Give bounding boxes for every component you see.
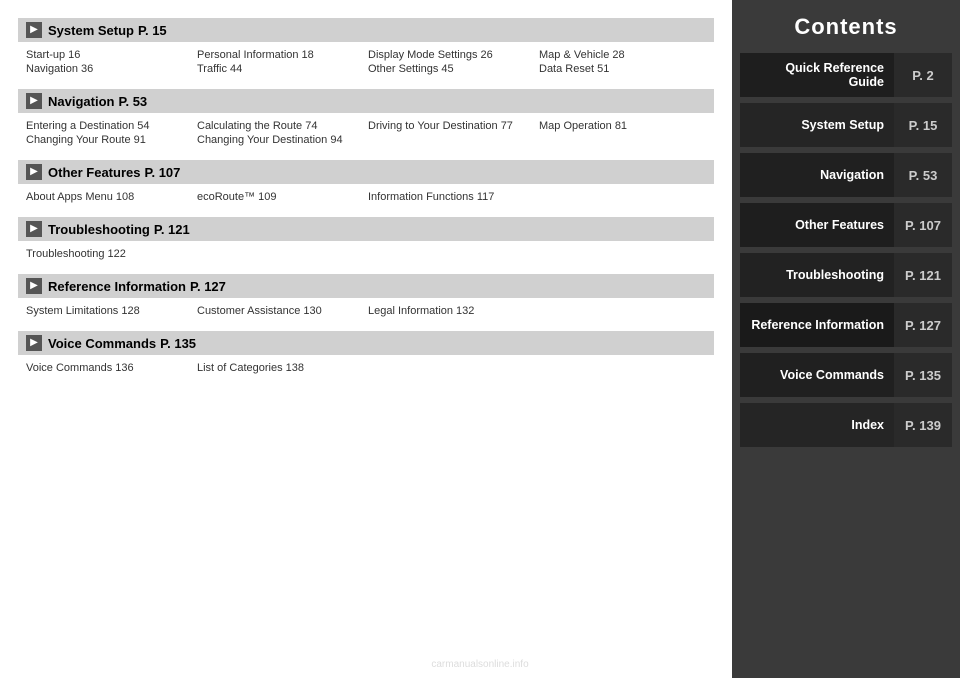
section-page: P. 53 <box>118 94 147 109</box>
section-items: Entering a Destination 54 Calculating the… <box>18 117 714 150</box>
section-items: About Apps Menu 108 ecoRoute™ 109 Informat… <box>18 188 714 207</box>
sidebar-item-page: P. 139 <box>894 403 952 447</box>
section-page: P. 107 <box>144 165 180 180</box>
main-content: ▶ System Setup P. 15 Start-up 16 Personal In… <box>0 0 732 678</box>
list-item: Map Operation 81 <box>539 120 706 132</box>
arrow-icon: ▶ <box>26 93 42 109</box>
section-title: System Setup <box>48 23 134 38</box>
section-header-voice-commands: ▶ Voice Commands P. 135 <box>18 331 714 355</box>
sidebar-item-quick-reference[interactable]: Quick Reference GuideP. 2 <box>740 53 952 97</box>
sidebar-item-label: Navigation <box>740 168 894 182</box>
list-item: About Apps Menu 108 <box>26 191 193 203</box>
list-item: Changing Your Route 91 <box>26 134 193 146</box>
arrow-icon: ▶ <box>26 278 42 294</box>
sidebar-item-troubleshooting[interactable]: TroubleshootingP. 121 <box>740 253 952 297</box>
section-header-reference-information: ▶ Reference Information P. 127 <box>18 274 714 298</box>
list-item: Data Reset 51 <box>539 63 706 75</box>
list-item: Calculating the Route 74 <box>197 120 364 132</box>
sidebar-item-index[interactable]: IndexP. 139 <box>740 403 952 447</box>
section-navigation: ▶ Navigation P. 53 Entering a Destination 5… <box>18 89 714 150</box>
arrow-icon: ▶ <box>26 221 42 237</box>
list-item: Map & Vehicle 28 <box>539 49 706 61</box>
list-item: List of Categories 138 <box>197 362 364 374</box>
sidebar-item-label: Troubleshooting <box>740 268 894 282</box>
arrow-icon: ▶ <box>26 164 42 180</box>
list-item: Personal Information 18 <box>197 49 364 61</box>
list-item <box>539 134 706 146</box>
section-items: System Limitations 128 Customer Assistanc… <box>18 302 714 321</box>
list-item: Information Functions 117 <box>368 191 535 203</box>
section-page: P. 121 <box>154 222 190 237</box>
sidebar-item-page: P. 2 <box>894 53 952 97</box>
list-item: Other Settings 45 <box>368 63 535 75</box>
section-system-setup: ▶ System Setup P. 15 Start-up 16 Personal In… <box>18 18 714 79</box>
sidebar-item-page: P. 107 <box>894 203 952 247</box>
section-other-features: ▶ Other Features P. 107 About Apps Menu 108… <box>18 160 714 207</box>
section-items: Start-up 16 Personal Information 18 Displa… <box>18 46 714 79</box>
section-title: Troubleshooting <box>48 222 150 237</box>
list-item <box>368 134 535 146</box>
sidebar-item-page: P. 53 <box>894 153 952 197</box>
section-page: P. 135 <box>160 336 196 351</box>
section-items: Voice Commands 136 List of Categories 138 <box>18 359 714 378</box>
list-item: Voice Commands 136 <box>26 362 193 374</box>
list-item: Driving to Your Destination 77 <box>368 120 535 132</box>
section-title: Other Features <box>48 165 140 180</box>
section-reference-information: ▶ Reference Information P. 127 System Limit… <box>18 274 714 321</box>
sidebar-item-system-setup[interactable]: System SetupP. 15 <box>740 103 952 147</box>
list-item: Start-up 16 <box>26 49 193 61</box>
section-voice-commands: ▶ Voice Commands P. 135 Voice Commands 136 L… <box>18 331 714 378</box>
section-page: P. 127 <box>190 279 226 294</box>
list-item: Entering a Destination 54 <box>26 120 193 132</box>
sidebar-item-page: P. 135 <box>894 353 952 397</box>
sidebar: Contents Quick Reference GuideP. 2 System… <box>732 0 960 678</box>
section-items: Troubleshooting 122 <box>18 245 714 264</box>
section-header-troubleshooting: ▶ Troubleshooting P. 121 <box>18 217 714 241</box>
sidebar-item-other-features[interactable]: Other FeaturesP. 107 <box>740 203 952 247</box>
list-item <box>197 248 364 260</box>
list-item <box>539 305 706 317</box>
sidebar-item-voice-commands[interactable]: Voice CommandsP. 135 <box>740 353 952 397</box>
list-item: Troubleshooting 122 <box>26 248 193 260</box>
list-item: System Limitations 128 <box>26 305 193 317</box>
watermark: carmanualsonline.info <box>130 659 830 670</box>
sidebar-item-page: P. 121 <box>894 253 952 297</box>
list-item: Legal Information 132 <box>368 305 535 317</box>
arrow-icon: ▶ <box>26 22 42 38</box>
section-troubleshooting: ▶ Troubleshooting P. 121 Troubleshooting 12… <box>18 217 714 264</box>
sidebar-item-label: Voice Commands <box>740 368 894 382</box>
list-item <box>368 362 535 374</box>
list-item <box>539 248 706 260</box>
sidebar-item-navigation[interactable]: NavigationP. 53 <box>740 153 952 197</box>
list-item: Navigation 36 <box>26 63 193 75</box>
sidebar-item-page: P. 15 <box>894 103 952 147</box>
sidebar-title: Contents <box>732 0 960 50</box>
sidebar-item-label: Quick Reference Guide <box>740 61 894 89</box>
list-item: Traffic 44 <box>197 63 364 75</box>
sidebar-item-label: Reference Information <box>740 318 894 332</box>
section-header-system-setup: ▶ System Setup P. 15 <box>18 18 714 42</box>
list-item <box>539 362 706 374</box>
section-page: P. 15 <box>138 23 167 38</box>
sidebar-item-page: P. 127 <box>894 303 952 347</box>
list-item: Display Mode Settings 26 <box>368 49 535 61</box>
sidebar-item-label: System Setup <box>740 118 894 132</box>
list-item <box>539 191 706 203</box>
section-title: Reference Information <box>48 279 186 294</box>
section-header-other-features: ▶ Other Features P. 107 <box>18 160 714 184</box>
list-item: Changing Your Destination 94 <box>197 134 364 146</box>
section-title: Voice Commands <box>48 336 156 351</box>
arrow-icon: ▶ <box>26 335 42 351</box>
section-title: Navigation <box>48 94 114 109</box>
section-header-navigation: ▶ Navigation P. 53 <box>18 89 714 113</box>
sidebar-item-label: Index <box>740 418 894 432</box>
list-item: Customer Assistance 130 <box>197 305 364 317</box>
sidebar-item-reference-information[interactable]: Reference InformationP. 127 <box>740 303 952 347</box>
list-item: ecoRoute™ 109 <box>197 191 364 203</box>
sidebar-item-label: Other Features <box>740 218 894 232</box>
list-item <box>368 248 535 260</box>
